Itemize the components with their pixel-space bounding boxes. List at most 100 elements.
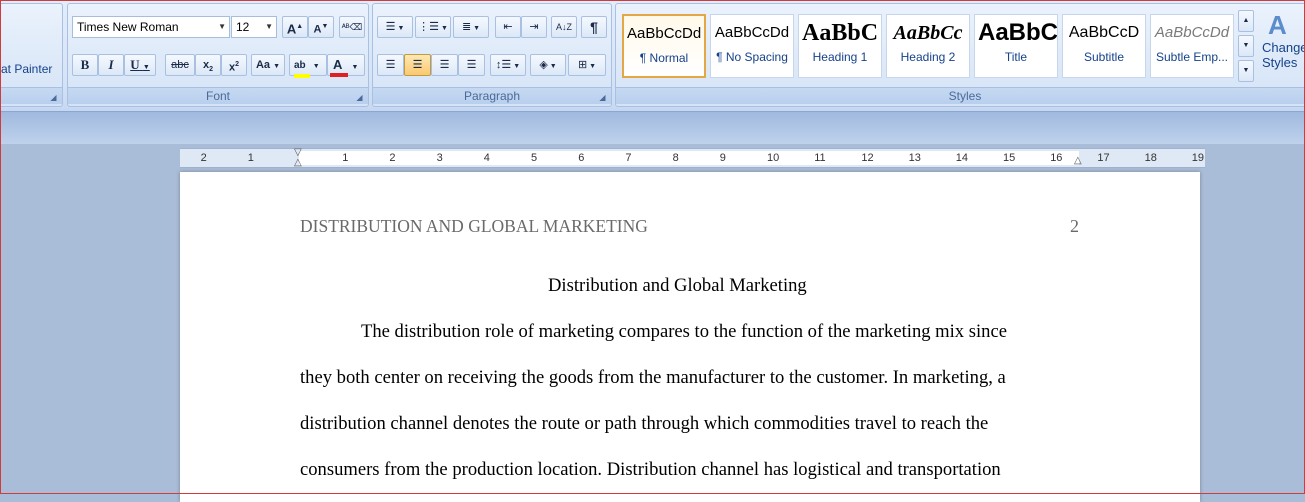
align-center-button[interactable]: ☰ xyxy=(404,54,431,76)
change-styles-button[interactable]: A Change Styles xyxy=(1258,10,1305,92)
align-left-button[interactable]: ☰ xyxy=(377,54,404,76)
style-heading-2[interactable]: AaBbCc Heading 2 xyxy=(886,14,970,78)
clipboard-launcher-icon[interactable]: ◢ xyxy=(49,93,58,102)
ruler-number: 9 xyxy=(719,152,726,164)
multilevel-list-button[interactable]: ≣ ▼ xyxy=(453,16,489,38)
font-dialog-launcher-icon[interactable]: ◢ xyxy=(355,93,364,102)
document-page[interactable]: DISTRIBUTION AND GLOBAL MARKETING 2 Dist… xyxy=(180,172,1200,502)
format-painter-button[interactable]: at Painter xyxy=(1,62,52,76)
highlight-icon: ab xyxy=(294,56,310,78)
italic-icon: I xyxy=(108,57,114,72)
numbering-button[interactable]: ⋮☰ ▼ xyxy=(415,16,451,38)
underline-button[interactable]: U ▼ xyxy=(124,54,156,76)
shading-button[interactable]: ◈ ▼ xyxy=(530,54,566,76)
clear-formatting-button[interactable]: ᴬᴮ⌫ xyxy=(339,16,365,38)
superscript-button[interactable]: x2 xyxy=(221,54,247,76)
subscript-button[interactable]: x2 xyxy=(195,54,221,76)
running-header: DISTRIBUTION AND GLOBAL MARKETING xyxy=(300,216,648,236)
strikethrough-icon: abc xyxy=(171,59,189,71)
font-name-combo[interactable]: Times New Roman ▼ xyxy=(72,16,230,38)
ruler-number: 4 xyxy=(483,152,490,164)
style-sample: AaBbC xyxy=(978,19,1057,46)
document-background-band xyxy=(0,112,1305,144)
underline-icon: U xyxy=(130,57,140,72)
font-name-value: Times New Roman xyxy=(77,20,179,34)
body-line: distribution channel denotes the route o… xyxy=(300,413,989,434)
gallery-up-button[interactable]: ▲ xyxy=(1238,10,1254,32)
change-styles-label-2: Styles xyxy=(1262,55,1298,70)
italic-button[interactable]: I xyxy=(98,54,124,76)
increase-indent-button[interactable]: ⇥ xyxy=(521,16,547,38)
style-sample: AaBbCc xyxy=(893,22,963,44)
ruler-number: 1 xyxy=(247,152,254,164)
highlight-label: ab xyxy=(294,60,306,71)
align-right-button[interactable]: ☰ xyxy=(431,54,458,76)
justify-button[interactable]: ☰ xyxy=(458,54,485,76)
style-name: ¶ Normal xyxy=(639,51,689,65)
grow-font-button[interactable]: A▲ xyxy=(282,16,308,38)
line-spacing-button[interactable]: ↕☰ ▼ xyxy=(490,54,526,76)
style-subtitle[interactable]: AaBbCcD Subtitle xyxy=(1062,14,1146,78)
ruler-number: 2 xyxy=(389,152,396,164)
gallery-more-button[interactable]: ▼ xyxy=(1238,60,1254,82)
left-indent-marker-icon[interactable]: △ xyxy=(294,157,302,168)
style-sample: AaBbCcDd xyxy=(627,25,702,42)
style-heading-1[interactable]: AaBbC Heading 1 xyxy=(798,14,882,78)
change-case-button[interactable]: Aa ▼ xyxy=(251,54,285,76)
decrease-indent-button[interactable]: ⇤ xyxy=(495,16,521,38)
style-subtle-emphasis[interactable]: AaBbCcDd Subtle Emp... xyxy=(1150,14,1234,78)
horizontal-ruler[interactable]: 2 1 1 2 3 4 5 6 7 8 9 10 11 12 13 14 15 16 17 18 19 ▽ △ △ xyxy=(180,147,1205,168)
paragraph-dialog-launcher-icon[interactable]: ◢ xyxy=(598,93,607,102)
font-group: Times New Roman ▼ 12 ▼ A▲ A▼ ᴬᴮ⌫ B I U ▼… xyxy=(67,3,369,107)
change-case-icon: Aa xyxy=(255,59,271,71)
style-sample: AaBbCcD xyxy=(1068,24,1140,41)
font-color-icon: A xyxy=(330,55,348,77)
style-name: Subtle Emp... xyxy=(1155,50,1229,64)
paragraph-group: ☰ ▼ ⋮☰ ▼ ≣ ▼ ⇤ ⇥ A↓Z ¶ ☰ ☰ ☰ ☰ ↕☰ ▼ ◈ ▼ … xyxy=(372,3,612,107)
right-indent-marker-icon[interactable]: △ xyxy=(1074,155,1082,166)
ruler-number: 7 xyxy=(625,152,632,164)
borders-icon: ⊞ xyxy=(577,59,588,71)
shrink-font-button[interactable]: A▼ xyxy=(308,16,334,38)
font-color-button[interactable]: A ▼ xyxy=(327,54,365,77)
pilcrow-icon: ¶ xyxy=(590,19,598,35)
highlight-button[interactable]: ab ▼ xyxy=(289,54,327,78)
style-no-spacing[interactable]: AaBbCcDd ¶ No Spacing xyxy=(710,14,794,78)
highlight-color-bar xyxy=(294,74,310,78)
decrease-indent-icon: ⇤ xyxy=(503,21,513,33)
strikethrough-button[interactable]: abc xyxy=(165,54,195,76)
increase-indent-icon: ⇥ xyxy=(529,21,539,33)
styles-group-label: Styles xyxy=(616,87,1305,104)
bullets-button[interactable]: ☰ ▼ xyxy=(377,16,413,38)
style-name: Heading 2 xyxy=(900,50,956,64)
style-name: Title xyxy=(1004,50,1028,64)
show-formatting-marks-button[interactable]: ¶ xyxy=(581,16,607,38)
document-title: Distribution and Global Marketing xyxy=(548,275,807,296)
gallery-scroll: ▲ ▼ ▼ xyxy=(1238,10,1254,82)
font-size-combo[interactable]: 12 ▼ xyxy=(231,16,277,38)
body-line: The distribution role of marketing compa… xyxy=(361,321,1007,342)
clear-formatting-icon: ᴬᴮ⌫ xyxy=(341,22,363,32)
bold-button[interactable]: B xyxy=(72,54,98,76)
chevron-down-icon[interactable]: ▼ xyxy=(218,17,226,37)
ruler-number: 11 xyxy=(814,152,826,164)
font-size-value: 12 xyxy=(236,20,250,34)
chevron-down-icon[interactable]: ▼ xyxy=(265,17,273,37)
ruler-number: 1 xyxy=(342,152,349,164)
ruler-number: 3 xyxy=(436,152,443,164)
clipboard-group: at Painter ◢ xyxy=(0,3,63,107)
sort-button[interactable]: A↓Z xyxy=(551,16,577,38)
ruler-number: 6 xyxy=(578,152,585,164)
bullets-icon: ☰ xyxy=(385,21,396,33)
justify-icon: ☰ xyxy=(466,59,477,71)
body-line: consumers from the production location. … xyxy=(300,459,1001,480)
borders-button[interactable]: ⊞ ▼ xyxy=(568,54,606,76)
change-styles-icon: A xyxy=(1268,10,1287,40)
chevron-up-icon: ▲ xyxy=(1242,17,1250,24)
change-styles-label: Change xyxy=(1262,40,1305,55)
style-normal[interactable]: AaBbCcDd ¶ Normal xyxy=(622,14,706,78)
gallery-down-button[interactable]: ▼ xyxy=(1238,35,1254,57)
ruler-number: 5 xyxy=(531,152,538,164)
style-title[interactable]: AaBbC Title xyxy=(974,14,1058,78)
sort-icon: A↓Z xyxy=(555,22,572,32)
